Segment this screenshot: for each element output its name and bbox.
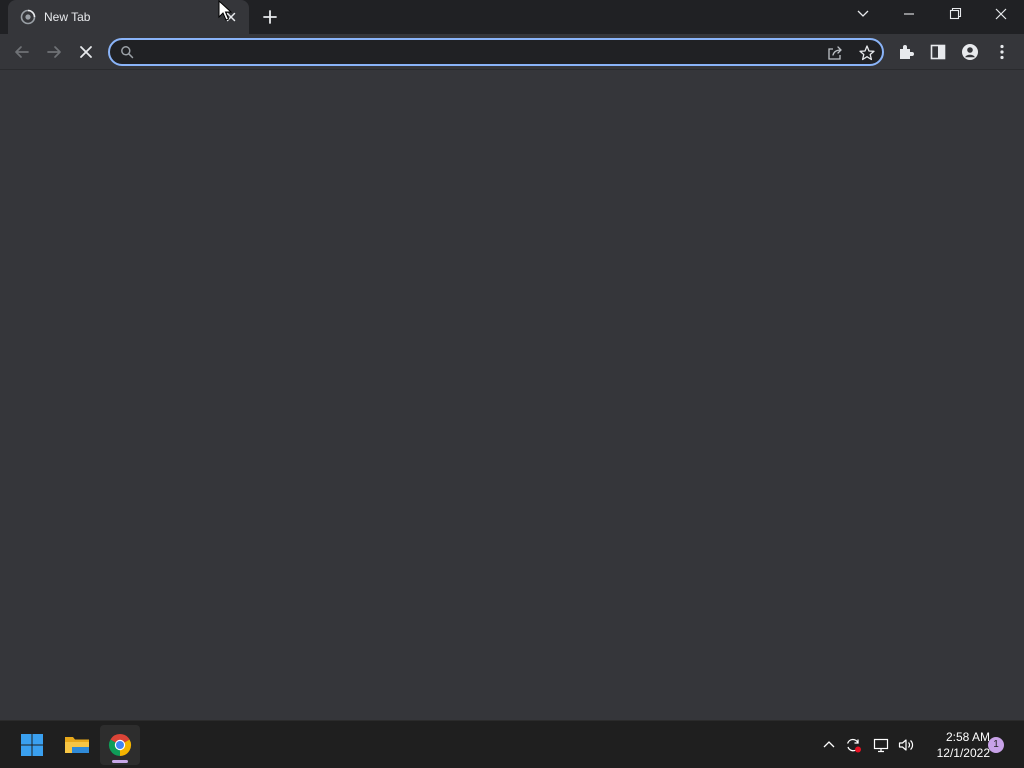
close-icon[interactable]	[223, 9, 239, 25]
sync-icon[interactable]	[844, 736, 862, 754]
chevron-down-icon[interactable]	[851, 4, 875, 24]
taskbar-clock[interactable]: 2:58 AM 12/1/2022	[918, 729, 990, 761]
browser-toolbar	[0, 34, 1024, 70]
restore-icon[interactable]	[943, 4, 967, 24]
volume-icon[interactable]	[897, 736, 915, 754]
extensions-icon[interactable]	[895, 41, 917, 63]
minimize-icon[interactable]	[897, 4, 921, 24]
search-icon	[121, 46, 134, 59]
active-app-indicator	[112, 760, 128, 763]
profile-icon[interactable]	[959, 41, 981, 63]
plus-icon[interactable]	[259, 6, 281, 28]
side-panel-icon[interactable]	[927, 41, 949, 63]
title-bar: New Tab	[0, 0, 1024, 34]
address-input[interactable]	[144, 42, 824, 62]
folder-icon	[65, 737, 89, 753]
chrome-taskbar-button[interactable]	[100, 725, 140, 765]
network-icon[interactable]	[872, 736, 890, 754]
forward-icon[interactable]	[43, 41, 65, 63]
file-explorer-button[interactable]	[56, 725, 96, 765]
close-window-icon[interactable]	[989, 4, 1013, 24]
taskbar: 2:58 AM 12/1/2022 1	[0, 720, 1024, 768]
star-icon[interactable]	[858, 44, 876, 62]
chrome-loading-icon	[20, 9, 36, 25]
clock-time: 2:58 AM	[945, 730, 990, 744]
back-icon[interactable]	[11, 41, 33, 63]
windows-start-icon	[21, 734, 43, 756]
stop-loading-icon[interactable]	[75, 41, 97, 63]
address-bar[interactable]	[108, 38, 884, 66]
page-content[interactable]	[0, 71, 1024, 720]
start-button[interactable]	[12, 725, 52, 765]
tab-title: New Tab	[44, 10, 91, 24]
menu-icon[interactable]	[991, 41, 1013, 63]
chevron-up-icon[interactable]	[820, 736, 838, 754]
notification-badge[interactable]: 1	[988, 737, 1004, 753]
share-icon[interactable]	[826, 44, 844, 62]
clock-date: 12/1/2022	[936, 746, 990, 760]
chrome-icon	[108, 734, 132, 756]
tab-new-tab[interactable]: New Tab	[8, 0, 249, 34]
